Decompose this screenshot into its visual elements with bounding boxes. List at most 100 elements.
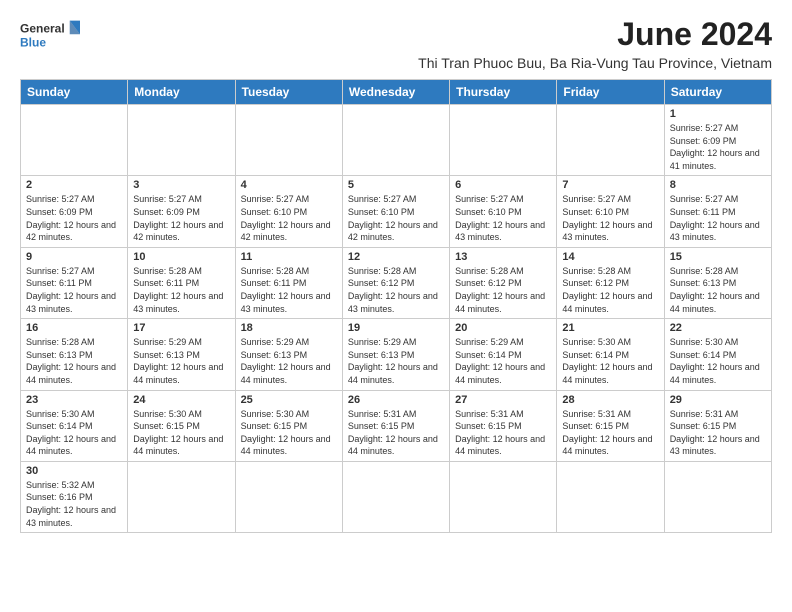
calendar-cell: 6 Sunrise: 5:27 AM Sunset: 6:10 PM Daylig…	[450, 176, 557, 247]
day-number: 12	[348, 251, 444, 263]
calendar-cell	[342, 461, 449, 532]
calendar-cell: 24 Sunrise: 5:30 AM Sunset: 6:15 PM Dayli…	[128, 390, 235, 461]
day-number: 8	[670, 179, 766, 191]
day-info: Sunrise: 5:28 AM Sunset: 6:12 PM Dayligh…	[562, 265, 658, 315]
location-subtitle: Thi Tran Phuoc Buu, Ba Ria-Vung Tau Prov…	[418, 55, 772, 71]
day-number: 3	[133, 179, 229, 191]
generalblue-logo-icon: General Blue	[20, 16, 80, 56]
column-header-tuesday: Tuesday	[235, 80, 342, 105]
day-info: Sunrise: 5:28 AM Sunset: 6:13 PM Dayligh…	[26, 336, 122, 386]
day-number: 23	[26, 394, 122, 406]
calendar-cell: 23Sunrise: 5:30 AM Sunset: 6:14 PM Dayli…	[21, 390, 128, 461]
column-header-thursday: Thursday	[450, 80, 557, 105]
logo: General Blue	[20, 16, 80, 56]
calendar-cell: 2 Sunrise: 5:27 AM Sunset: 6:09 PM Daylig…	[21, 176, 128, 247]
calendar-cell: 13 Sunrise: 5:28 AM Sunset: 6:12 PM Dayli…	[450, 247, 557, 318]
day-info: Sunrise: 5:27 AM Sunset: 6:10 PM Dayligh…	[562, 193, 658, 243]
calendar-table: SundayMondayTuesdayWednesdayThursdayFrid…	[20, 79, 772, 533]
day-info: Sunrise: 5:29 AM Sunset: 6:13 PM Dayligh…	[241, 336, 337, 386]
calendar-week-row: 1Sunrise: 5:27 AM Sunset: 6:09 PM Daylig…	[21, 105, 772, 176]
day-info: Sunrise: 5:29 AM Sunset: 6:13 PM Dayligh…	[133, 336, 229, 386]
day-number: 7	[562, 179, 658, 191]
day-number: 15	[670, 251, 766, 263]
calendar-cell	[342, 105, 449, 176]
column-header-sunday: Sunday	[21, 80, 128, 105]
calendar-cell: 10 Sunrise: 5:28 AM Sunset: 6:11 PM Dayli…	[128, 247, 235, 318]
day-info: Sunrise: 5:30 AM Sunset: 6:15 PM Dayligh…	[241, 408, 337, 458]
calendar-cell	[235, 461, 342, 532]
day-info: Sunrise: 5:32 AM Sunset: 6:16 PM Dayligh…	[26, 479, 122, 529]
day-info: Sunrise: 5:30 AM Sunset: 6:15 PM Dayligh…	[133, 408, 229, 458]
day-info: Sunrise: 5:28 AM Sunset: 6:13 PM Dayligh…	[670, 265, 766, 315]
day-info: Sunrise: 5:30 AM Sunset: 6:14 PM Dayligh…	[562, 336, 658, 386]
calendar-cell: 7 Sunrise: 5:27 AM Sunset: 6:10 PM Daylig…	[557, 176, 664, 247]
column-header-monday: Monday	[128, 80, 235, 105]
calendar-cell: 9 Sunrise: 5:27 AM Sunset: 6:11 PM Daylig…	[21, 247, 128, 318]
calendar-cell: 22 Sunrise: 5:30 AM Sunset: 6:14 PM Dayli…	[664, 319, 771, 390]
day-info: Sunrise: 5:28 AM Sunset: 6:12 PM Dayligh…	[455, 265, 551, 315]
page-header: General Blue June 2024 Thi Tran Phuoc Bu…	[20, 16, 772, 71]
calendar-cell: 12Sunrise: 5:28 AM Sunset: 6:12 PM Dayli…	[342, 247, 449, 318]
day-number: 2	[26, 179, 122, 191]
calendar-cell	[128, 461, 235, 532]
day-info: Sunrise: 5:31 AM Sunset: 6:15 PM Dayligh…	[670, 408, 766, 458]
calendar-cell: 26 Sunrise: 5:31 AM Sunset: 6:15 PM Dayli…	[342, 390, 449, 461]
day-number: 17	[133, 322, 229, 334]
day-number: 9	[26, 251, 122, 263]
day-info: Sunrise: 5:27 AM Sunset: 6:11 PM Dayligh…	[26, 265, 122, 315]
svg-text:Blue: Blue	[20, 35, 46, 49]
calendar-cell: 8 Sunrise: 5:27 AM Sunset: 6:11 PM Daylig…	[664, 176, 771, 247]
calendar-cell: 29 Sunrise: 5:31 AM Sunset: 6:15 PM Dayli…	[664, 390, 771, 461]
calendar-cell	[664, 461, 771, 532]
calendar-week-row: 9 Sunrise: 5:27 AM Sunset: 6:11 PM Daylig…	[21, 247, 772, 318]
day-info: Sunrise: 5:29 AM Sunset: 6:14 PM Dayligh…	[455, 336, 551, 386]
calendar-week-row: 30 Sunrise: 5:32 AM Sunset: 6:16 PM Dayli…	[21, 461, 772, 532]
day-info: Sunrise: 5:28 AM Sunset: 6:11 PM Dayligh…	[133, 265, 229, 315]
calendar-cell: 14 Sunrise: 5:28 AM Sunset: 6:12 PM Dayli…	[557, 247, 664, 318]
day-number: 6	[455, 179, 551, 191]
day-info: Sunrise: 5:27 AM Sunset: 6:11 PM Dayligh…	[670, 193, 766, 243]
day-info: Sunrise: 5:29 AM Sunset: 6:13 PM Dayligh…	[348, 336, 444, 386]
calendar-cell: 16 Sunrise: 5:28 AM Sunset: 6:13 PM Dayli…	[21, 319, 128, 390]
calendar-cell	[450, 461, 557, 532]
day-number: 14	[562, 251, 658, 263]
column-header-saturday: Saturday	[664, 80, 771, 105]
day-number: 1	[670, 108, 766, 120]
day-number: 10	[133, 251, 229, 263]
day-info: Sunrise: 5:27 AM Sunset: 6:10 PM Dayligh…	[348, 193, 444, 243]
day-number: 20	[455, 322, 551, 334]
calendar-cell: 20 Sunrise: 5:29 AM Sunset: 6:14 PM Dayli…	[450, 319, 557, 390]
day-number: 16	[26, 322, 122, 334]
calendar-cell: 25Sunrise: 5:30 AM Sunset: 6:15 PM Dayli…	[235, 390, 342, 461]
day-info: Sunrise: 5:30 AM Sunset: 6:14 PM Dayligh…	[670, 336, 766, 386]
day-number: 29	[670, 394, 766, 406]
day-info: Sunrise: 5:27 AM Sunset: 6:09 PM Dayligh…	[26, 193, 122, 243]
day-info: Sunrise: 5:27 AM Sunset: 6:09 PM Dayligh…	[133, 193, 229, 243]
svg-text:General: General	[20, 22, 65, 36]
calendar-cell: 21 Sunrise: 5:30 AM Sunset: 6:14 PM Dayli…	[557, 319, 664, 390]
day-number: 28	[562, 394, 658, 406]
day-number: 30	[26, 465, 122, 477]
day-number: 18	[241, 322, 337, 334]
calendar-cell	[21, 105, 128, 176]
day-number: 26	[348, 394, 444, 406]
calendar-cell: 18 Sunrise: 5:29 AM Sunset: 6:13 PM Dayli…	[235, 319, 342, 390]
day-number: 13	[455, 251, 551, 263]
day-info: Sunrise: 5:31 AM Sunset: 6:15 PM Dayligh…	[348, 408, 444, 458]
calendar-cell	[557, 461, 664, 532]
day-info: Sunrise: 5:31 AM Sunset: 6:15 PM Dayligh…	[455, 408, 551, 458]
calendar-cell: 27Sunrise: 5:31 AM Sunset: 6:15 PM Dayli…	[450, 390, 557, 461]
day-number: 4	[241, 179, 337, 191]
day-number: 21	[562, 322, 658, 334]
day-number: 11	[241, 251, 337, 263]
calendar-week-row: 23Sunrise: 5:30 AM Sunset: 6:14 PM Dayli…	[21, 390, 772, 461]
calendar-header-row: SundayMondayTuesdayWednesdayThursdayFrid…	[21, 80, 772, 105]
calendar-cell	[235, 105, 342, 176]
column-header-friday: Friday	[557, 80, 664, 105]
day-number: 22	[670, 322, 766, 334]
calendar-cell: 4Sunrise: 5:27 AM Sunset: 6:10 PM Daylig…	[235, 176, 342, 247]
calendar-cell: 19Sunrise: 5:29 AM Sunset: 6:13 PM Dayli…	[342, 319, 449, 390]
calendar-cell: 28Sunrise: 5:31 AM Sunset: 6:15 PM Dayli…	[557, 390, 664, 461]
day-info: Sunrise: 5:27 AM Sunset: 6:10 PM Dayligh…	[455, 193, 551, 243]
day-number: 24	[133, 394, 229, 406]
